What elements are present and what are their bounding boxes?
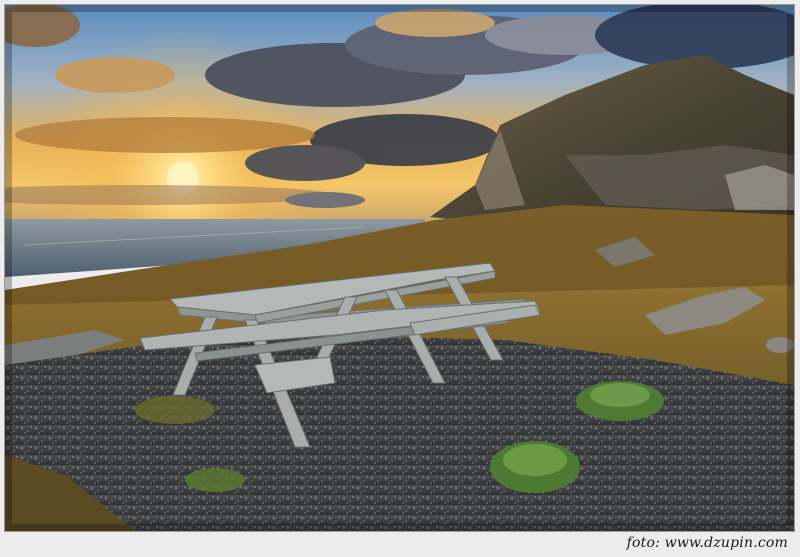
landscape-photo <box>4 4 795 532</box>
photo-credit-caption: foto: www.dzupin.com <box>626 535 788 551</box>
photo-frame: foto: www.dzupin.com <box>0 0 800 557</box>
gravel-ground <box>5 335 794 531</box>
